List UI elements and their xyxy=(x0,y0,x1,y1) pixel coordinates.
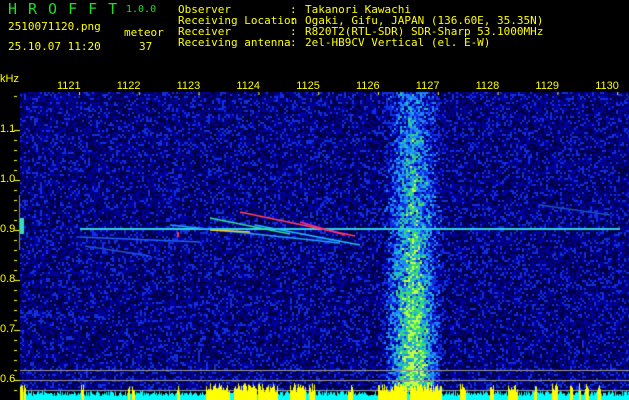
info-separator: : xyxy=(290,36,297,49)
info-label: Receiving antenna xyxy=(178,36,291,49)
y-tick-label: 0.9 xyxy=(0,223,16,235)
y-unit-label: kHz xyxy=(0,73,19,85)
app-title: HROFFT xyxy=(8,0,129,18)
x-tick-label: 1123 xyxy=(176,80,201,92)
datetime: 25.10.07 11:20 xyxy=(8,40,101,53)
y-tick-label: 0.8 xyxy=(0,273,16,285)
meteor-label: meteor xyxy=(124,26,164,39)
info-value: 2el-HB9CV Vertical (el. E-W) xyxy=(305,36,491,49)
meteor-count: 37 xyxy=(139,40,153,53)
x-tick-label: 1126 xyxy=(356,80,380,92)
x-tick-label: 1122 xyxy=(116,80,141,92)
app-version: 1.0.0 xyxy=(126,4,157,15)
y-tick-label: 1.0 xyxy=(0,173,16,185)
x-tick-label: 1129 xyxy=(535,80,560,92)
y-tick-label: 1.1 xyxy=(0,123,16,135)
x-tick-label: 1121 xyxy=(57,80,81,92)
x-tick-label: 1130 xyxy=(595,80,619,92)
x-tick-label: 1124 xyxy=(236,80,261,92)
y-tick-label: 0.6 xyxy=(0,373,16,385)
spectrogram xyxy=(0,0,629,400)
y-tick-label: 0.7 xyxy=(0,323,16,335)
x-tick-label: 1128 xyxy=(475,80,500,92)
x-tick-label: 1127 xyxy=(415,80,440,92)
filename: 2510071120.png xyxy=(8,20,101,33)
x-tick-label: 1125 xyxy=(296,80,320,92)
